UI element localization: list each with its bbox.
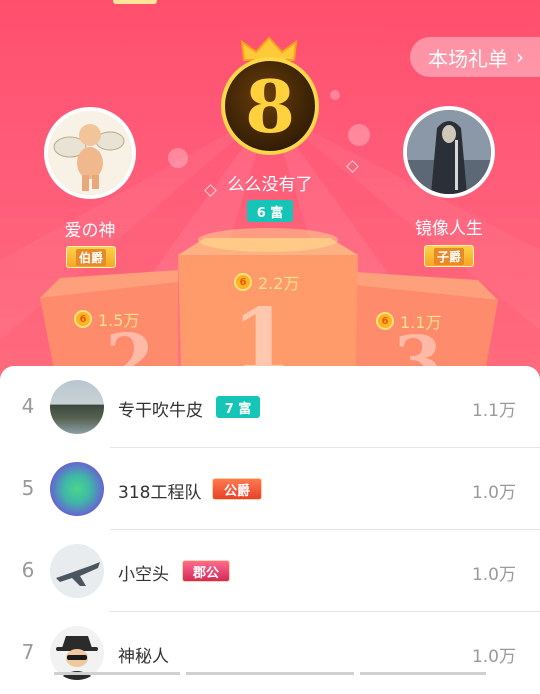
- list-item[interactable]: 7 神秘人 1.0万: [0, 612, 540, 694]
- airplane-image: [56, 562, 100, 586]
- wealth-level-badge: 7 富: [216, 396, 260, 418]
- list-item[interactable]: 5 318工程队 公爵 1.0万: [0, 448, 540, 530]
- contribution-amount: 1.0万: [471, 565, 516, 585]
- first-place-name: 么么没有了: [227, 175, 313, 195]
- contribution-amount: 1.0万: [471, 647, 516, 667]
- leaderboard-hero: 本场礼单 › 1 2 3 8 么么没有了 6 富 6 2.2万 爱の神 伯爵 6…: [0, 0, 540, 400]
- contribution-amount: 1.0万: [471, 483, 516, 503]
- list-item[interactable]: 6 小空头 郡公 1.0万: [0, 530, 540, 612]
- user-name: 小空头: [118, 565, 169, 585]
- noble-rank-badge: 郡公: [182, 560, 230, 582]
- first-place-amount-value: 2.2万: [258, 274, 300, 293]
- list-item[interactable]: 4 专干吹牛皮 7 富 1.1万: [0, 366, 540, 448]
- second-place-name: 爱の神: [64, 221, 116, 241]
- coin-icon: 6: [234, 273, 252, 291]
- user-avatar[interactable]: [50, 462, 104, 516]
- first-place-amount: 6 2.2万: [234, 270, 299, 294]
- ranking-list: 4 专干吹牛皮 7 富 1.1万 5 318工程队 公爵 1.0万 6 小空头 …: [0, 366, 540, 680]
- rank-number: 4: [21, 394, 35, 418]
- user-avatar[interactable]: [50, 380, 104, 434]
- coin-icon: 6: [74, 310, 92, 328]
- noble-rank-badge: 伯爵: [66, 246, 116, 268]
- third-place-name: 镜像人生: [415, 219, 483, 239]
- rank-number: 6: [21, 558, 35, 582]
- second-place-amount: 6 1.5万: [74, 307, 139, 331]
- hooded-figure-image: [407, 110, 491, 194]
- user-name: 神秘人: [118, 647, 169, 667]
- first-place-avatar[interactable]: 8: [221, 57, 319, 155]
- wealth-level-badge: 6 富: [247, 200, 293, 222]
- user-name: 318工程队: [118, 483, 202, 503]
- second-place-amount-value: 1.5万: [98, 311, 140, 330]
- third-place-amount-value: 1.1万: [400, 313, 442, 332]
- user-name: 专干吹牛皮: [118, 401, 203, 421]
- contribution-amount: 1.1万: [471, 401, 516, 421]
- coin-icon: 6: [376, 312, 394, 330]
- noble-rank-badge: 公爵: [212, 478, 262, 500]
- user-avatar[interactable]: [50, 544, 104, 598]
- third-place-amount: 6 1.1万: [376, 309, 441, 333]
- second-place-avatar[interactable]: [44, 107, 136, 199]
- rank-number: 5: [21, 476, 35, 500]
- cupid-image: [48, 111, 132, 195]
- rank-number: 7: [21, 640, 35, 664]
- third-place-avatar[interactable]: [403, 106, 495, 198]
- gold-eight-badge: 8: [244, 63, 296, 149]
- noble-rank-badge: 子爵: [424, 245, 474, 267]
